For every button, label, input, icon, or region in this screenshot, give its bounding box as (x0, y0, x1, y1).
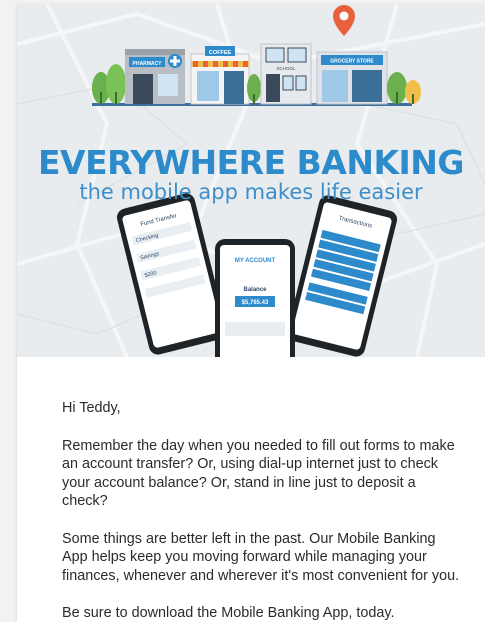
svg-text:MY ACCOUNT: MY ACCOUNT (235, 258, 276, 264)
email-card: PHARMACY COFFEE SCHOOL GROCERY STORE Fun… (17, 4, 485, 622)
svg-text:PHARMACY: PHARMACY (133, 61, 163, 67)
headline: EVERYWHERE BANKING (38, 143, 465, 182)
transactions-phone: Transactions (286, 195, 398, 357)
svg-text:SCHOOL: SCHOOL (276, 66, 296, 71)
paragraph: Be sure to download the Mobile Banking A… (62, 605, 395, 621)
paragraph: Some things are better left in the past.… (62, 530, 460, 584)
hero-banner: PHARMACY COFFEE SCHOOL GROCERY STORE Fun… (17, 4, 485, 357)
svg-text:GROCERY STORE: GROCERY STORE (330, 59, 374, 65)
svg-text:$5,765.43: $5,765.43 (242, 300, 269, 306)
svg-text:Balance: Balance (243, 287, 267, 293)
location-pin-icon (333, 5, 355, 36)
greeting: Hi Teddy, (62, 400, 121, 416)
paragraph: Remember the day when you needed to fill… (62, 437, 455, 510)
my-account-phone: MY ACCOUNT Balance $5,765.43 (215, 239, 295, 357)
svg-text:COFFEE: COFFEE (209, 50, 232, 56)
email-body: Hi Teddy, Remember the day when you need… (62, 399, 462, 622)
fund-transfer-phone: Fund Transfer Checking Savings $200 (116, 193, 228, 355)
subheadline: the mobile app makes life easier (79, 180, 423, 204)
